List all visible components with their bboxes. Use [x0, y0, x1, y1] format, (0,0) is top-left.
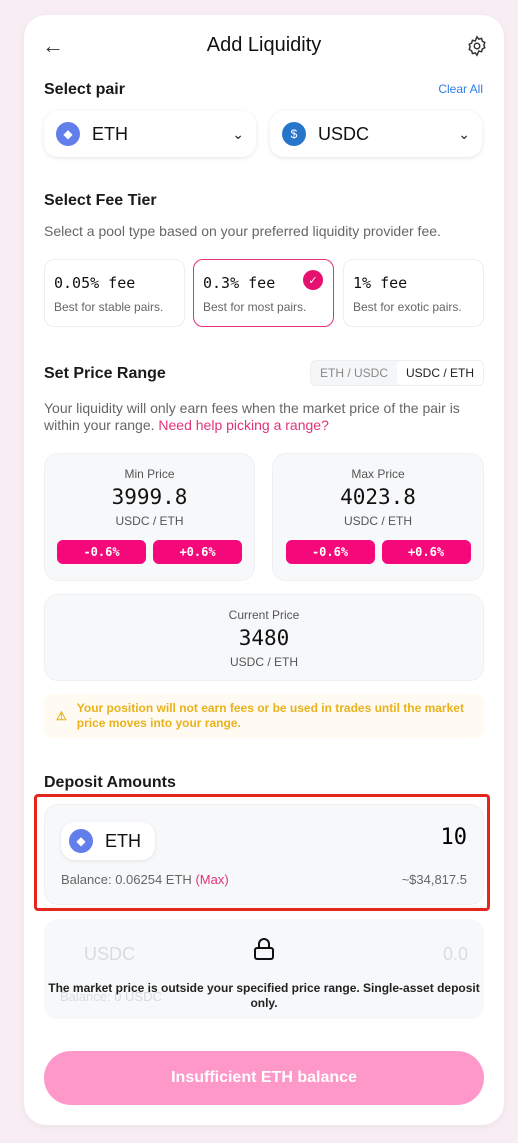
fee-tier-description: Select a pool type based on your preferr… [44, 223, 441, 239]
deposit-amounts-label: Deposit Amounts [44, 774, 176, 791]
out-of-range-warning: ⚠ Your position will not earn fees or be… [44, 694, 484, 738]
price-range-description: Your liquidity will only earn fees when … [44, 400, 489, 434]
lock-icon [254, 938, 274, 960]
fee-desc: Best for stable pairs. [54, 300, 164, 314]
current-price-box: Current Price 3480 USDC / ETH [44, 594, 484, 681]
min-increase-button[interactable]: +0.6% [153, 540, 242, 564]
warning-text: Your position will not earn fees or be u… [76, 701, 464, 730]
fee-tier-1[interactable]: 1% fee Best for exotic pairs. [343, 259, 484, 327]
token-a-select[interactable]: ◆ ETH ⌄ [44, 111, 256, 157]
gear-icon[interactable] [466, 35, 488, 57]
token-b-select[interactable]: $ USDC ⌄ [270, 111, 482, 157]
submit-button[interactable]: Insufficient ETH balance [44, 1051, 484, 1105]
max-decrease-button[interactable]: -0.6% [285, 540, 375, 564]
token-a-label: ETH [92, 123, 128, 144]
warning-icon: ⚠ [56, 708, 67, 723]
fee-desc: Best for most pairs. [203, 300, 307, 314]
chevron-down-icon: ⌄ [458, 125, 470, 142]
toggle-usdc-eth[interactable]: USDC / ETH [397, 361, 483, 385]
fee-desc: Best for exotic pairs. [353, 300, 462, 314]
min-decrease-button[interactable]: -0.6% [57, 540, 146, 564]
usdc-amount: 0.0 [442, 944, 468, 964]
min-price-value[interactable]: 3999.8 [45, 485, 254, 509]
clear-all-link[interactable]: Clear All [438, 82, 483, 96]
usdc-icon: $ [282, 122, 306, 146]
max-price-box: Max Price 4023.8 USDC / ETH -0.6% +0.6% [272, 453, 484, 581]
highlight-box [34, 794, 490, 911]
lock-message: The market price is outside your specifi… [48, 981, 480, 1010]
current-price-unit: USDC / ETH [229, 655, 298, 669]
max-price-label: Max Price [351, 467, 405, 481]
toggle-eth-usdc[interactable]: ETH / USDC [311, 361, 397, 385]
min-price-box: Min Price 3999.8 USDC / ETH -0.6% +0.6% [44, 453, 255, 581]
check-icon: ✓ [303, 270, 323, 290]
max-increase-button[interactable]: +0.6% [381, 540, 471, 564]
current-price-label: Current Price [228, 608, 300, 622]
select-pair-label: Select pair [44, 81, 125, 98]
fee-tier-0-05[interactable]: 0.05% fee Best for stable pairs. [44, 259, 185, 327]
add-liquidity-card: ← Add Liquidity Select pair Clear All ◆ … [24, 15, 504, 1125]
fee-title: 0.05% fee [54, 274, 136, 292]
page-title: Add Liquidity [206, 34, 322, 56]
price-range-label: Set Price Range [44, 365, 166, 382]
current-price-value: 3480 [238, 626, 290, 650]
price-direction-toggle: ETH / USDC USDC / ETH [310, 360, 484, 386]
min-price-unit: USDC / ETH [115, 514, 184, 528]
fee-tier-label: Select Fee Tier [44, 192, 157, 209]
chevron-down-icon: ⌄ [232, 125, 244, 142]
min-price-label: Min Price [124, 467, 175, 481]
max-price-unit: USDC / ETH [343, 514, 412, 528]
fee-title: 1% fee [353, 274, 408, 292]
fee-tier-0-3[interactable]: 0.3% fee Best for most pairs. ✓ [193, 259, 334, 327]
eth-icon: ◆ [56, 122, 80, 146]
deposit-usdc-card-locked: USDC 0.0 Balance: 0 USDC The market pric… [44, 919, 484, 1019]
token-b-label: USDC [318, 123, 370, 144]
max-price-value[interactable]: 4023.8 [273, 485, 483, 509]
token-symbol: USDC [84, 944, 136, 964]
help-range-link[interactable]: Need help picking a range? [158, 417, 328, 433]
